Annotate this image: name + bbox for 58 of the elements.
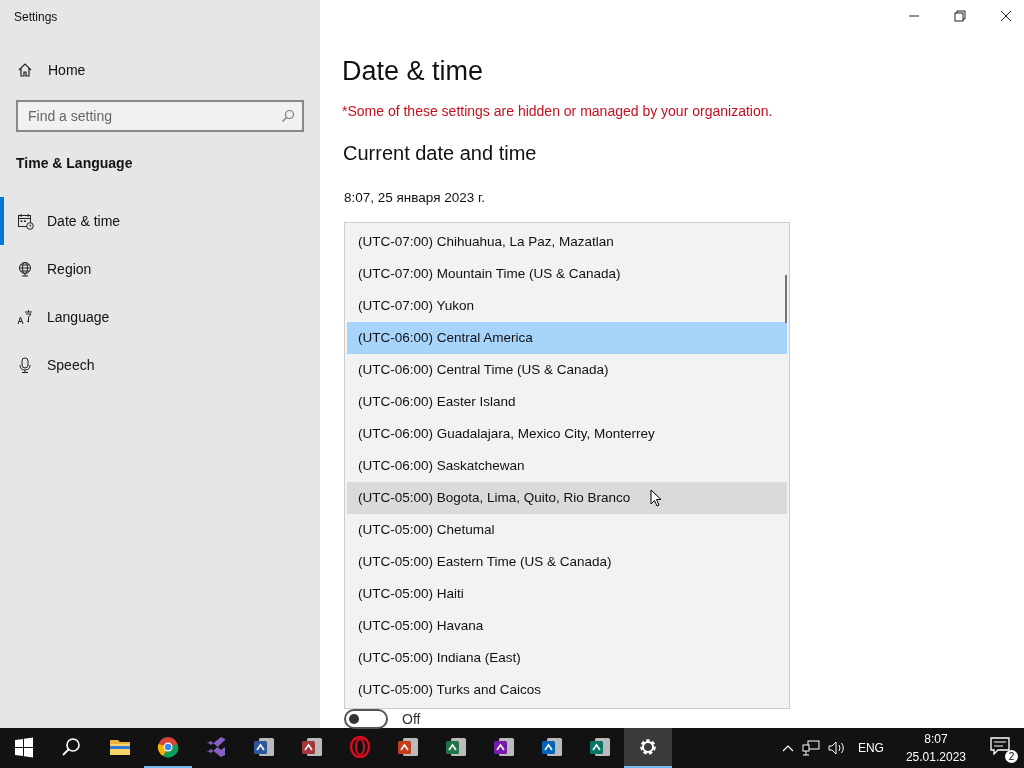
language-indicator[interactable]: ENG	[857, 741, 884, 755]
section-heading: Current date and time	[343, 142, 538, 165]
nav-item[interactable]: Language	[0, 293, 320, 341]
nav-item[interactable]: Region	[0, 245, 320, 293]
taskbar-button[interactable]	[624, 728, 672, 768]
app-icon	[541, 736, 563, 758]
timezone-option[interactable]: (UTC-06:00) Central America	[347, 322, 787, 354]
timezone-option[interactable]: (UTC-05:00) Indiana (East)	[347, 642, 787, 674]
calendar-clock-icon	[17, 212, 34, 230]
timezone-option[interactable]: (UTC-06:00) Easter Island	[347, 386, 787, 418]
section-heading: Time & Language	[16, 155, 133, 171]
search-icon	[61, 736, 83, 758]
search-field[interactable]: Find a setting	[16, 100, 304, 132]
app-icon	[589, 736, 611, 758]
network-icon[interactable]	[801, 740, 820, 756]
notifications-icon[interactable]	[990, 737, 1010, 755]
app-icon	[397, 736, 419, 758]
search-icon	[281, 109, 295, 123]
timezone-option[interactable]: (UTC-05:00) Haiti	[347, 578, 787, 610]
app-icon	[445, 736, 467, 758]
nav-item[interactable]: Speech	[0, 341, 320, 389]
start-icon	[13, 736, 35, 758]
policy-notice: *Some of these settings are hidden or managed by your organization.	[342, 103, 773, 119]
app-icon	[253, 736, 275, 758]
microphone-icon	[17, 356, 34, 374]
settings-icon	[637, 736, 659, 758]
close-icon[interactable]	[1000, 10, 1012, 22]
toggle-label: Off	[402, 711, 421, 727]
home-icon	[17, 62, 33, 78]
timezone-option[interactable]: (UTC-06:00) Guadalajara, Mexico City, Monterrey	[347, 418, 787, 450]
timezone-option[interactable]: (UTC-06:00) Central Time (US & Canada)	[347, 354, 787, 386]
scrollbar-thumb[interactable]	[785, 275, 787, 323]
clock-date[interactable]: 25.01.2023	[905, 748, 966, 766]
language-icon	[17, 308, 34, 326]
timezone-option[interactable]: (UTC-05:00) Eastern Time (US & Canada)	[347, 546, 787, 578]
app-icon	[493, 736, 515, 758]
timezone-option[interactable]: (UTC-05:00) Havana	[347, 610, 787, 642]
timezone-option[interactable]: (UTC-07:00) Mountain Time (US & Canada)	[347, 258, 787, 290]
notification-count: 2	[1005, 750, 1018, 763]
timezone-option[interactable]: (UTC-07:00) Chihuahua, La Paz, Mazatlan	[347, 226, 787, 258]
ring-icon	[349, 736, 371, 758]
timezone-option[interactable]: (UTC-07:00) Yukon	[347, 290, 787, 322]
chevron-up-icon[interactable]	[781, 744, 794, 752]
page-title: Date & time	[342, 56, 485, 87]
timezone-option[interactable]: (UTC-05:00) Chetumal	[347, 514, 787, 546]
restore-icon[interactable]	[954, 10, 966, 22]
globe-icon	[17, 260, 34, 278]
speaker-icon[interactable]	[827, 740, 846, 756]
timezone-option[interactable]: (UTC-05:00) Bogota, Lima, Quito, Rio Branco	[347, 482, 787, 514]
timezone-option[interactable]: (UTC-06:00) Saskatchewan	[347, 450, 787, 482]
timezone-option[interactable]: (UTC-05:00) Turks and Caicos	[347, 674, 787, 706]
clock-time[interactable]: 8:07	[905, 730, 966, 748]
window-title: Settings	[14, 10, 58, 24]
app-icon	[301, 736, 323, 758]
mouse-pointer-icon	[650, 489, 662, 507]
browser-icon	[157, 736, 179, 758]
home-link[interactable]: Home	[17, 62, 86, 78]
current-date-time: 8:07, 25 января 2023 г.	[344, 190, 486, 205]
